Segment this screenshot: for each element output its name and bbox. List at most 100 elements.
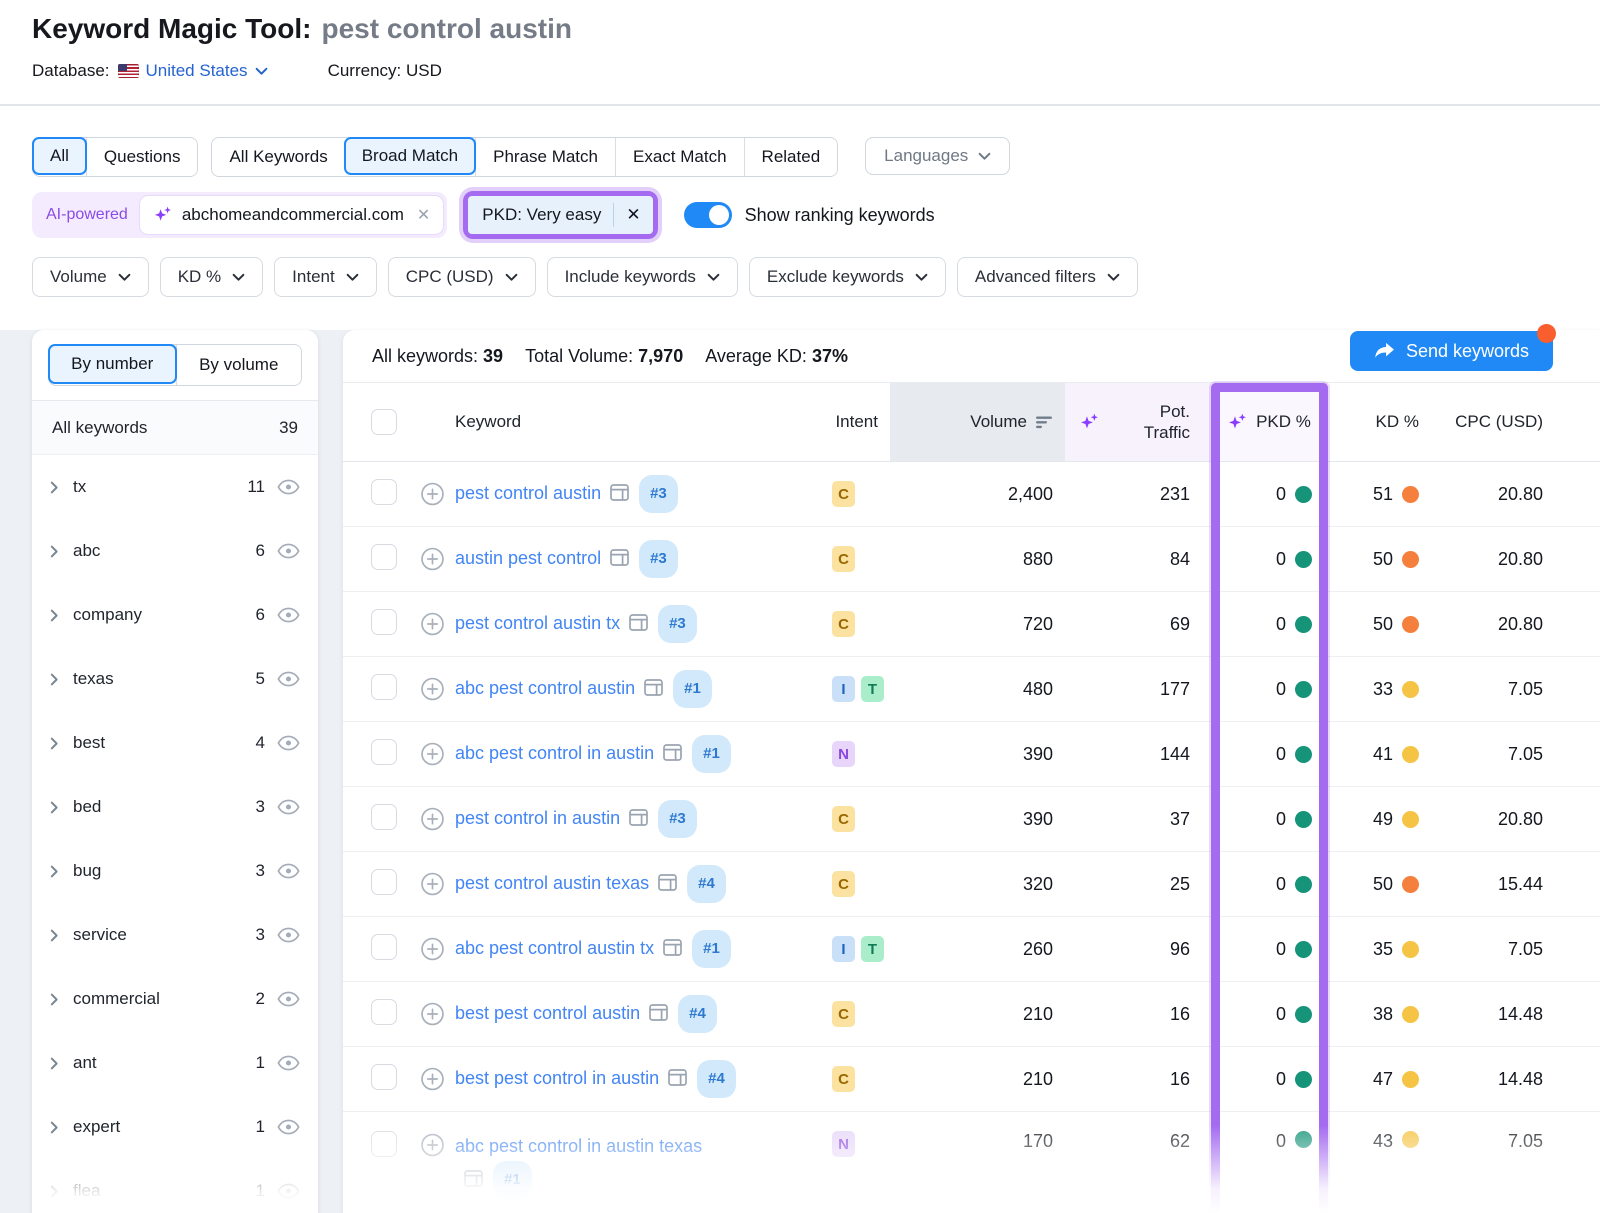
chevron-right-icon[interactable]: [50, 929, 59, 942]
match-tab-all-keywords[interactable]: All Keywords: [212, 138, 344, 176]
add-keyword-icon[interactable]: [421, 808, 444, 831]
chevron-right-icon[interactable]: [50, 609, 59, 622]
match-tab-broad-match[interactable]: Broad Match: [344, 137, 476, 175]
scope-tab-questions[interactable]: Questions: [86, 138, 198, 176]
add-keyword-icon[interactable]: [421, 678, 444, 701]
match-tab-exact-match[interactable]: Exact Match: [615, 138, 744, 176]
chevron-right-icon[interactable]: [50, 865, 59, 878]
eye-icon[interactable]: [277, 863, 300, 879]
serp-preview-icon[interactable]: [663, 939, 682, 956]
filter-dropdown-advanced-filters[interactable]: Advanced filters: [957, 257, 1138, 297]
column-header-intent[interactable]: Intent: [816, 383, 890, 461]
keyword-link[interactable]: abc pest control austin: [455, 678, 635, 698]
sidebar-tab-by-volume[interactable]: By volume: [176, 345, 302, 385]
show-ranking-keywords-toggle[interactable]: [684, 202, 732, 228]
serp-preview-icon[interactable]: [668, 1069, 687, 1086]
sidebar-group-tx[interactable]: tx11: [32, 455, 318, 519]
serp-preview-icon[interactable]: [464, 1170, 483, 1187]
add-keyword-icon[interactable]: [421, 1134, 444, 1157]
row-checkbox[interactable]: [371, 804, 397, 830]
column-header-cpc[interactable]: CPC (USD): [1433, 383, 1600, 461]
column-header-pkd[interactable]: PKD %: [1210, 383, 1328, 461]
sidebar-group-abc[interactable]: abc6: [32, 519, 318, 583]
select-all-checkbox[interactable]: [371, 409, 397, 435]
sidebar-group-ant[interactable]: ant1: [32, 1031, 318, 1095]
row-checkbox[interactable]: [371, 999, 397, 1025]
filter-dropdown-intent[interactable]: Intent: [274, 257, 377, 297]
sidebar-all-keywords-row[interactable]: All keywords 39: [32, 400, 318, 455]
eye-icon[interactable]: [277, 927, 300, 943]
row-checkbox[interactable]: [371, 934, 397, 960]
keyword-link[interactable]: austin pest control: [455, 548, 601, 568]
eye-icon[interactable]: [277, 1183, 300, 1199]
chevron-right-icon[interactable]: [50, 673, 59, 686]
sidebar-group-bug[interactable]: bug3: [32, 839, 318, 903]
row-checkbox[interactable]: [371, 479, 397, 505]
chevron-right-icon[interactable]: [50, 1185, 59, 1198]
chevron-right-icon[interactable]: [50, 481, 59, 494]
row-checkbox[interactable]: [371, 1131, 397, 1157]
keyword-link[interactable]: pest control in austin: [455, 808, 620, 828]
serp-preview-icon[interactable]: [610, 549, 629, 566]
sidebar-group-service[interactable]: service3: [32, 903, 318, 967]
keyword-link[interactable]: pest control austin: [455, 483, 601, 503]
sidebar-group-company[interactable]: company6: [32, 583, 318, 647]
eye-icon[interactable]: [277, 607, 300, 623]
serp-preview-icon[interactable]: [610, 484, 629, 501]
domain-input[interactable]: abchomeandcommercial.com ✕: [140, 196, 443, 234]
add-keyword-icon[interactable]: [421, 483, 444, 506]
column-header-volume[interactable]: Volume: [890, 383, 1065, 461]
eye-icon[interactable]: [277, 799, 300, 815]
sidebar-group-texas[interactable]: texas5: [32, 647, 318, 711]
keyword-link[interactable]: best pest control in austin: [455, 1068, 659, 1088]
row-checkbox[interactable]: [371, 674, 397, 700]
chevron-right-icon[interactable]: [50, 993, 59, 1006]
sidebar-group-best[interactable]: best4: [32, 711, 318, 775]
serp-preview-icon[interactable]: [644, 679, 663, 696]
serp-preview-icon[interactable]: [629, 809, 648, 826]
row-checkbox[interactable]: [371, 544, 397, 570]
add-keyword-icon[interactable]: [421, 548, 444, 571]
column-header-keyword[interactable]: Keyword: [421, 383, 816, 461]
keyword-link[interactable]: pest control austin tx: [455, 613, 620, 633]
add-keyword-icon[interactable]: [421, 1003, 444, 1026]
scope-tab-all[interactable]: All: [32, 137, 87, 175]
serp-preview-icon[interactable]: [649, 1004, 668, 1021]
keyword-link[interactable]: abc pest control austin tx: [455, 938, 654, 958]
eye-icon[interactable]: [277, 1119, 300, 1135]
keyword-link[interactable]: abc pest control in austin: [455, 743, 654, 763]
chevron-right-icon[interactable]: [50, 545, 59, 558]
eye-icon[interactable]: [277, 543, 300, 559]
filter-dropdown-include-keywords[interactable]: Include keywords: [547, 257, 738, 297]
remove-pkd-filter-icon[interactable]: ✕: [614, 205, 652, 225]
send-keywords-button[interactable]: Send keywords: [1350, 331, 1553, 371]
eye-icon[interactable]: [277, 671, 300, 687]
keyword-link[interactable]: pest control austin texas: [455, 873, 649, 893]
sidebar-group-bed[interactable]: bed3: [32, 775, 318, 839]
eye-icon[interactable]: [277, 479, 300, 495]
keyword-link[interactable]: abc pest control in austin texas: [455, 1136, 702, 1156]
row-checkbox[interactable]: [371, 869, 397, 895]
chevron-right-icon[interactable]: [50, 1057, 59, 1070]
match-tab-related[interactable]: Related: [744, 138, 838, 176]
add-keyword-icon[interactable]: [421, 613, 444, 636]
serp-preview-icon[interactable]: [658, 874, 677, 891]
filter-dropdown-cpc-usd[interactable]: CPC (USD): [388, 257, 536, 297]
keyword-link[interactable]: best pest control austin: [455, 1003, 640, 1023]
clear-domain-icon[interactable]: ✕: [417, 205, 430, 225]
add-keyword-icon[interactable]: [421, 938, 444, 961]
serp-preview-icon[interactable]: [629, 614, 648, 631]
sidebar-group-expert[interactable]: expert1: [32, 1095, 318, 1159]
filter-dropdown-kd[interactable]: KD %: [160, 257, 263, 297]
database-select[interactable]: United States: [118, 61, 268, 81]
eye-icon[interactable]: [277, 735, 300, 751]
filter-dropdown-volume[interactable]: Volume: [32, 257, 149, 297]
add-keyword-icon[interactable]: [421, 873, 444, 896]
add-keyword-icon[interactable]: [421, 743, 444, 766]
sidebar-tab-by-number[interactable]: By number: [48, 344, 177, 384]
row-checkbox[interactable]: [371, 1064, 397, 1090]
row-checkbox[interactable]: [371, 739, 397, 765]
match-tab-phrase-match[interactable]: Phrase Match: [475, 138, 615, 176]
languages-button[interactable]: Languages: [865, 137, 1010, 175]
row-checkbox[interactable]: [371, 609, 397, 635]
